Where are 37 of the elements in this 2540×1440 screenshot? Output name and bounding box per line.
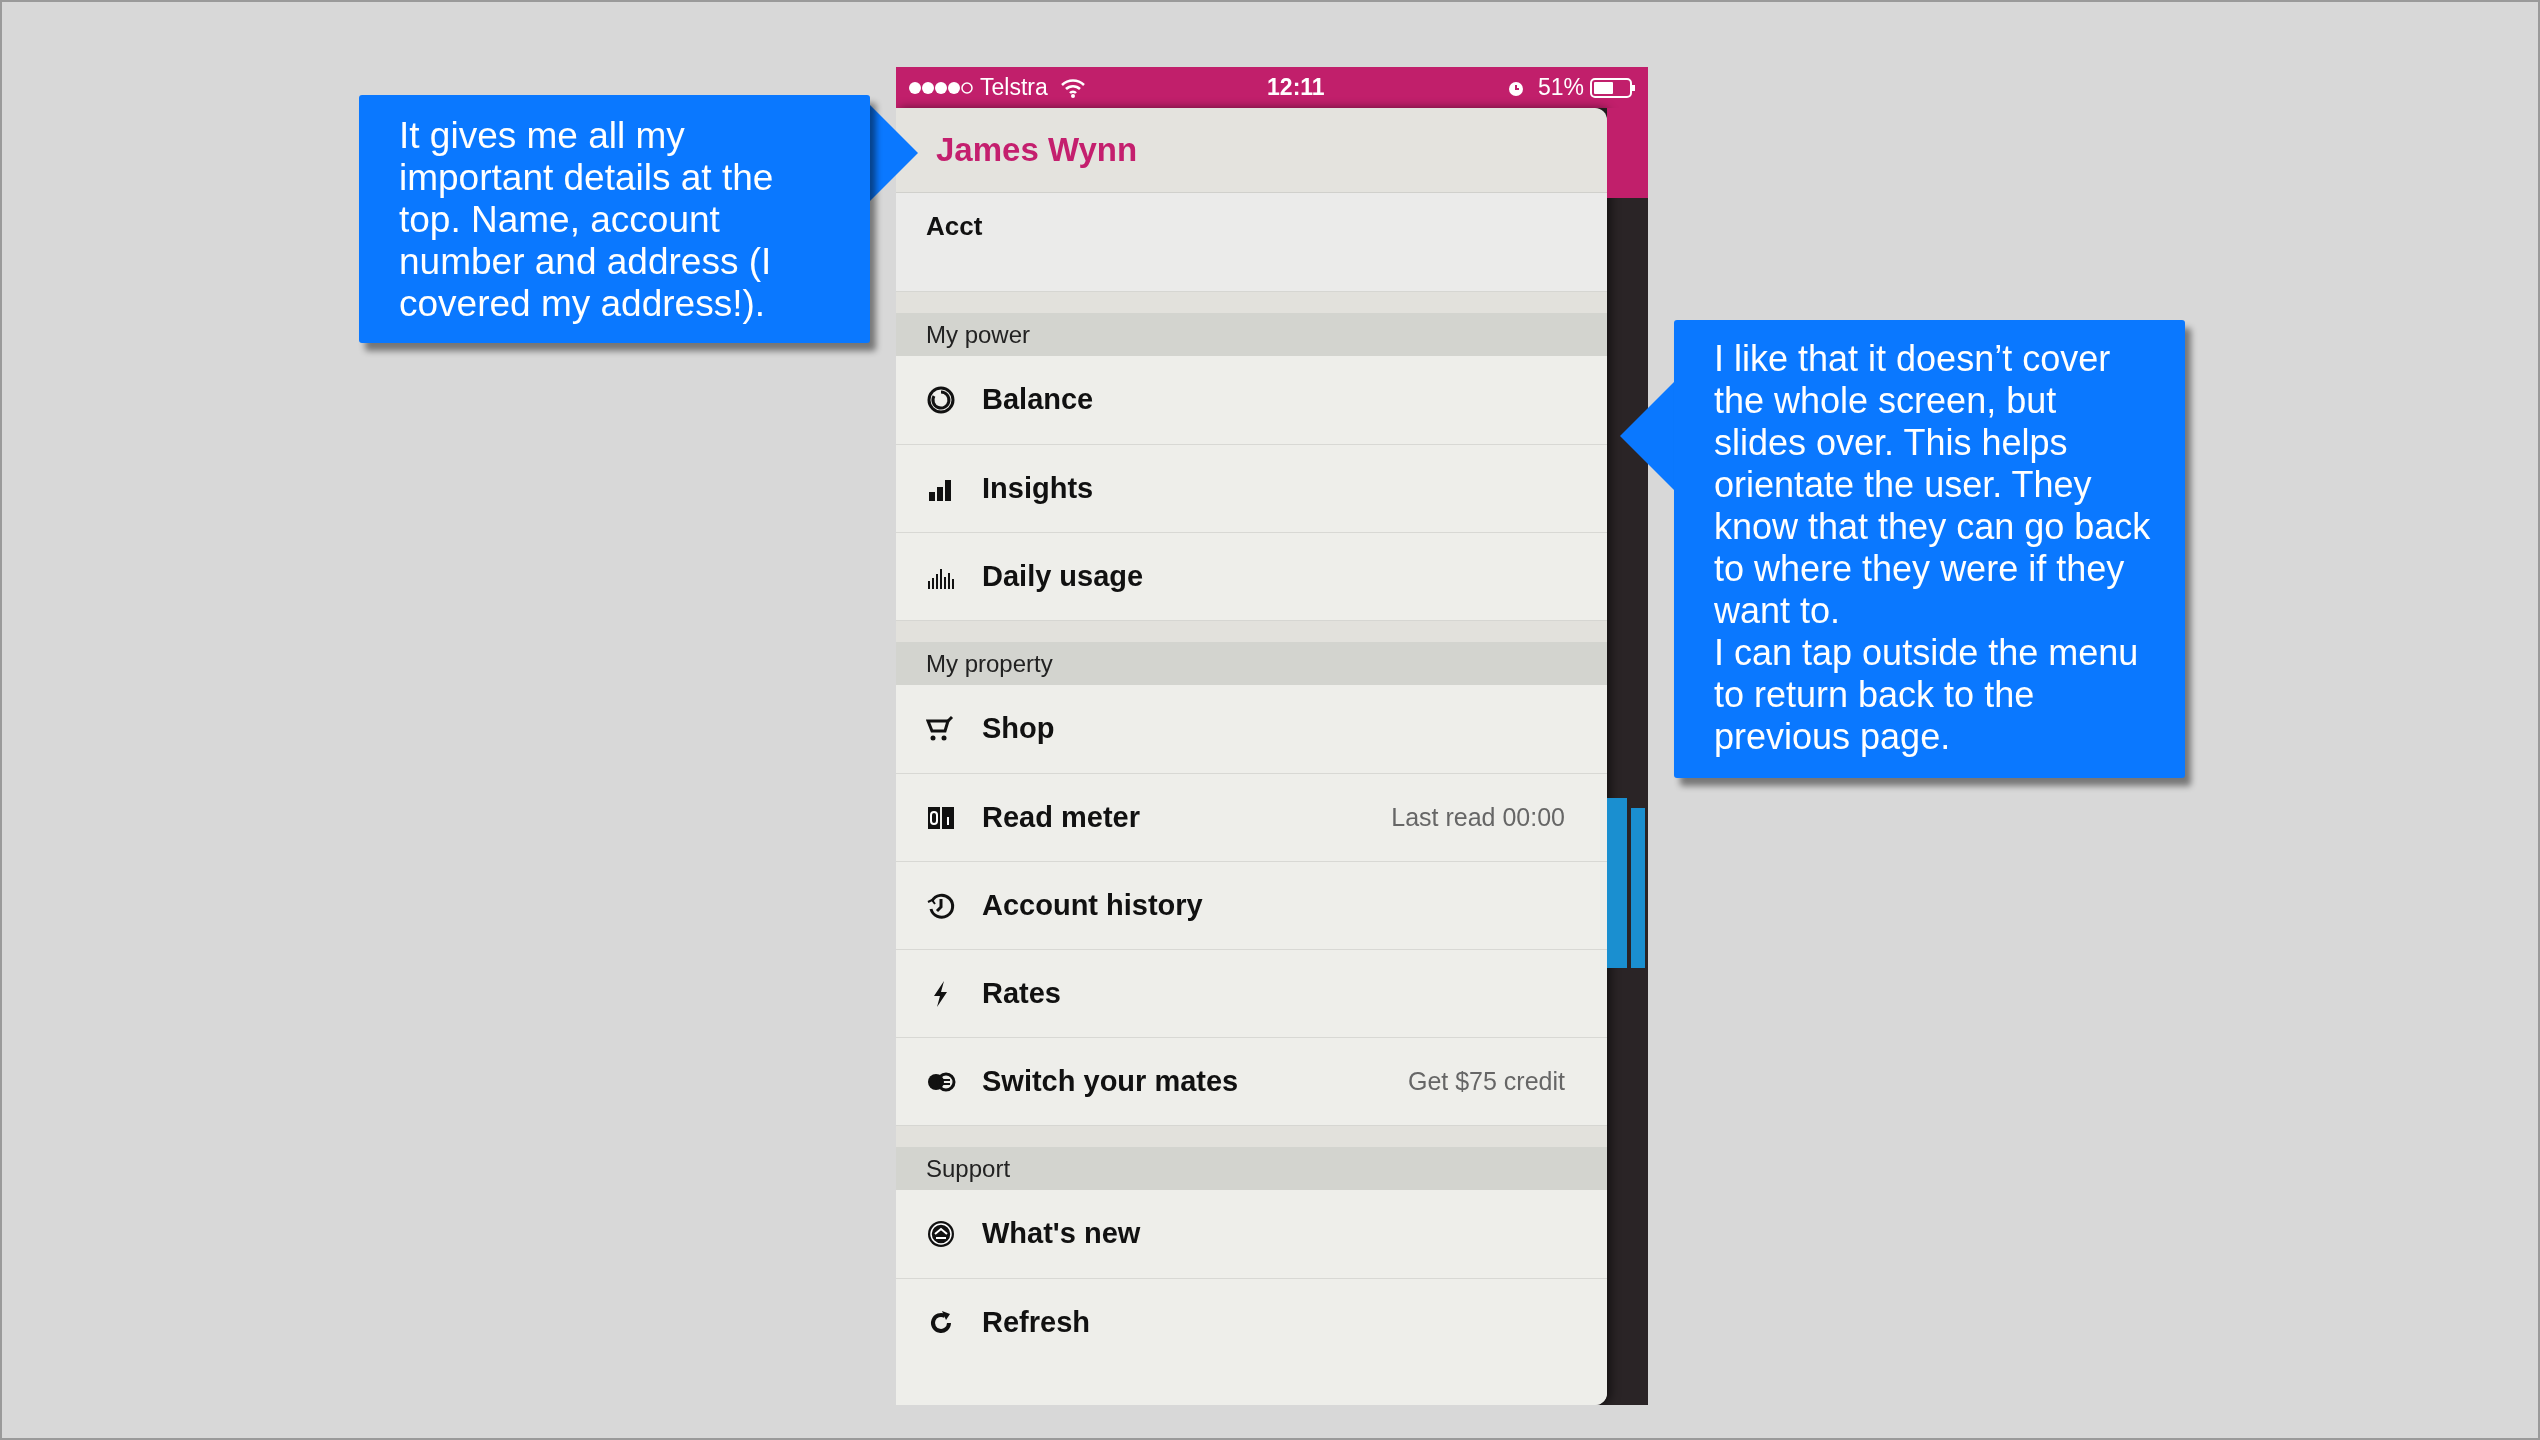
battery-percent: 51% bbox=[1537, 73, 1584, 103]
menu-label: Balance bbox=[982, 382, 1095, 418]
wifi-icon bbox=[1059, 77, 1086, 98]
annotation-text: It gives me all my important details at the top. Name, account number and address (I covered my address!). bbox=[399, 115, 775, 325]
menu-row[interactable]: Rates bbox=[896, 949, 1607, 1037]
menu-label: Insights bbox=[982, 470, 1095, 506]
signal-icon bbox=[908, 80, 974, 95]
menu-label: Read meter bbox=[982, 799, 1141, 835]
annotation-text: I can tap outside the menu to return back to the previous page. bbox=[1714, 632, 2140, 758]
section-header: Support bbox=[926, 1153, 1011, 1184]
menu-label: Daily usage bbox=[982, 558, 1145, 594]
balance-ring-icon bbox=[926, 385, 956, 415]
menu-label: Refresh bbox=[982, 1304, 1091, 1340]
user-name: James Wynn bbox=[936, 130, 1138, 171]
menu-label: Shop bbox=[982, 711, 1056, 747]
menu-label: Account history bbox=[982, 887, 1204, 923]
section-header: My property bbox=[926, 648, 1053, 679]
menu-detail: Get $75 credit bbox=[1407, 1065, 1565, 1097]
menu-row[interactable]: Shop bbox=[896, 685, 1607, 773]
menu-row[interactable]: What's new bbox=[896, 1190, 1607, 1278]
carrier-name: Telstra bbox=[980, 73, 1048, 103]
menu-row[interactable]: Daily usage bbox=[896, 532, 1607, 620]
menu-row[interactable]: Insights bbox=[896, 444, 1607, 532]
menu-label: Rates bbox=[982, 975, 1062, 1011]
account-label: Acct bbox=[926, 211, 983, 241]
battery-icon bbox=[1590, 77, 1636, 98]
status-time: 12:11 bbox=[1267, 73, 1325, 103]
section-header: My power bbox=[926, 319, 1031, 350]
menu-row[interactable]: Balance bbox=[896, 356, 1607, 444]
menu-label: Switch your mates bbox=[982, 1063, 1240, 1099]
menu-detail: Last read 00:00 bbox=[1391, 801, 1565, 833]
menu-label: What's new bbox=[982, 1216, 1142, 1252]
menu-row[interactable]: Refresh bbox=[896, 1278, 1607, 1366]
menu-row[interactable]: Switch your mates Get $75 credit bbox=[896, 1037, 1607, 1125]
menu-row[interactable]: Read meter Last read 00:00 bbox=[896, 773, 1607, 861]
menu-row[interactable]: Account history bbox=[896, 861, 1607, 949]
annotation-text: I like that it doesn’t cover the whole screen, but slides over. This helps orientate the user. They know that they can go back to where they were if they want to. bbox=[1714, 338, 2152, 632]
